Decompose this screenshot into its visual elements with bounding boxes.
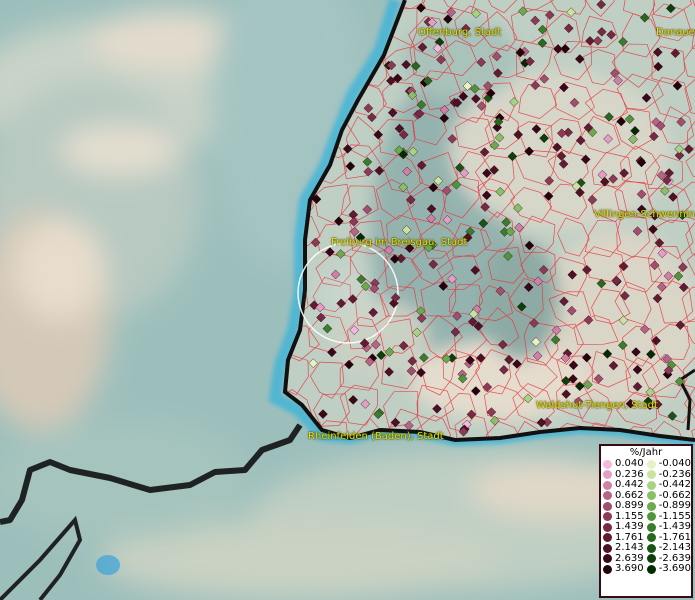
legend-label: -0.899 [658, 500, 691, 511]
legend-label: -3.690 [658, 563, 691, 574]
legend-swatch [603, 564, 612, 574]
legend-swatch [603, 522, 612, 532]
legend-negative-column: -0.040 -0.236 -0.442 -0.662 -0.899 -1.155 -1.4… [646, 458, 691, 575]
lake [96, 555, 120, 575]
legend-label: 2.143 [615, 542, 644, 553]
legend-swatch [603, 470, 612, 480]
legend-negative-item: -0.899 [646, 500, 691, 512]
legend-label: 0.442 [615, 479, 644, 490]
legend-positive-item: 0.442 [603, 479, 647, 491]
legend-swatch [603, 533, 612, 543]
legend-swatch [646, 543, 656, 553]
legend-label: 0.899 [615, 500, 644, 511]
map-canvas[interactable] [0, 0, 695, 600]
legend: %/Jahr 0.040 0.236 0.442 0.662 0.899 1.155 1.4… [599, 444, 693, 598]
legend-swatch [603, 554, 612, 564]
legend-label: 3.690 [615, 563, 644, 574]
legend-label: -1.439 [658, 521, 691, 532]
legend-swatch [646, 564, 656, 574]
legend-label: -0.040 [658, 458, 691, 469]
legend-label: -0.442 [658, 479, 691, 490]
legend-swatch [646, 533, 656, 543]
legend-swatch [646, 491, 656, 501]
legend-positive-item: 2.143 [603, 542, 647, 554]
legend-label: 0.040 [615, 458, 644, 469]
legend-swatch [646, 512, 656, 522]
selection-circle[interactable] [297, 242, 399, 344]
legend-negative-item: -0.040 [646, 458, 691, 470]
city-label-waldshut-tiengen: Waldshut-Tiengen, Stadt [536, 400, 658, 411]
city-label-donaueschingen: Donauesch [656, 27, 695, 38]
legend-swatch [646, 501, 656, 511]
legend-swatch [603, 512, 612, 522]
legend-positive-item: 3.690 [603, 563, 647, 575]
legend-swatch [646, 459, 656, 469]
legend-swatch [646, 470, 656, 480]
legend-positive-item: 1.439 [603, 521, 647, 533]
legend-swatch [603, 459, 612, 469]
legend-label: 1.439 [615, 521, 644, 532]
city-label-villingen-schwenningen: Villingen-Schwenningen [594, 209, 695, 220]
legend-positive-item: 0.899 [603, 500, 647, 512]
legend-swatch [603, 491, 612, 501]
map-view[interactable]: Offenburg, Stadt Donauesch Villingen-Sch… [0, 0, 695, 600]
legend-swatch [603, 543, 612, 553]
legend-negative-item: -2.143 [646, 542, 691, 554]
legend-swatch [646, 554, 656, 564]
legend-positive-item: 0.040 [603, 458, 647, 470]
city-label-freiburg: Freiburg im Breisgau, Stadt [331, 237, 468, 248]
legend-negative-item: -3.690 [646, 563, 691, 575]
legend-swatch [603, 480, 612, 490]
legend-swatch [646, 522, 656, 532]
legend-positive-column: 0.040 0.236 0.442 0.662 0.899 1.155 1.439 1.761… [603, 458, 647, 575]
legend-negative-item: -0.442 [646, 479, 691, 491]
legend-swatch [603, 501, 612, 511]
city-label-offenburg: Offenburg, Stadt [418, 27, 502, 38]
legend-negative-item: -1.439 [646, 521, 691, 533]
city-label-rheinfelden: Rheinfelden (Baden), Stadt [308, 431, 444, 442]
legend-swatch [646, 480, 656, 490]
legend-label: -2.143 [658, 542, 691, 553]
